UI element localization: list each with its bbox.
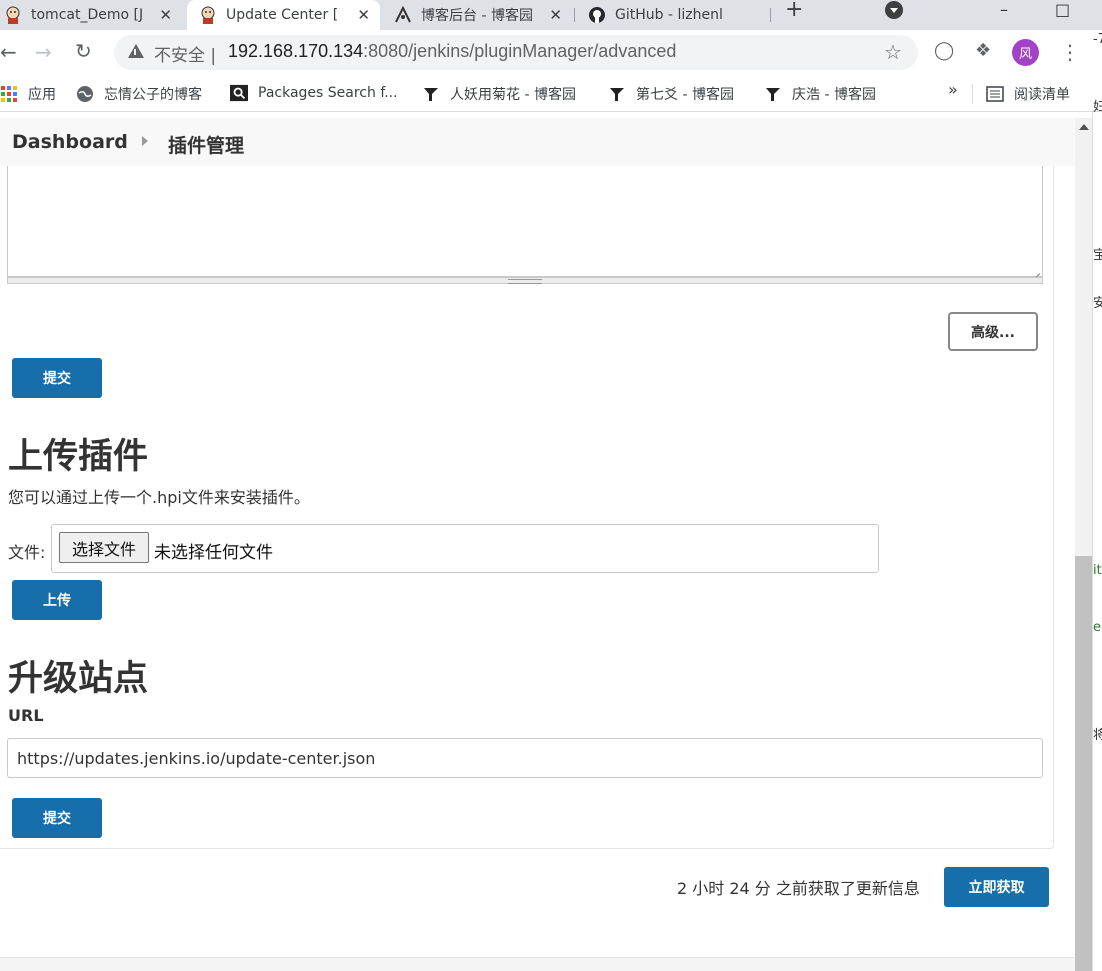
- close-icon[interactable]: ✕: [549, 6, 562, 24]
- edge-fragment: 安: [1093, 296, 1102, 311]
- url-host: 192.168.170.134: [228, 41, 364, 61]
- bookmark-item[interactable]: 庆浩 - 博客园: [764, 84, 876, 104]
- advanced-button[interactable]: 高级...: [948, 312, 1038, 351]
- puzzle-icon[interactable]: ❖: [975, 40, 991, 61]
- browser-tab-strip: tomcat_Demo [J ✕ Update Center [ ✕ 博客后台 …: [0, 0, 1102, 30]
- no-proxy-hosts-textarea[interactable]: [7, 166, 1043, 277]
- close-icon[interactable]: ✕: [159, 6, 172, 24]
- tab-label: 博客后台 - 博客园: [421, 8, 533, 24]
- bookmark-star-icon[interactable]: ☆: [884, 40, 902, 64]
- bookmark-label: Packages Search f...: [258, 85, 398, 101]
- bookmark-label: 应用: [28, 87, 56, 103]
- bookmark-item[interactable]: 第七爻 - 博客园: [608, 84, 734, 104]
- bookmark-item[interactable]: 忘情公子的博客: [76, 84, 202, 104]
- reload-icon[interactable]: ↻: [75, 39, 92, 63]
- cnblogs-icon: [422, 85, 440, 103]
- close-icon[interactable]: ✕: [357, 6, 370, 24]
- github-icon: [588, 6, 606, 24]
- update-site-heading: 升级站点: [8, 659, 149, 699]
- tab-search-icon[interactable]: [885, 1, 903, 19]
- cnblogs-icon: [608, 85, 626, 103]
- cnblogs-icon: [764, 85, 782, 103]
- forward-arrow-icon[interactable]: →: [35, 40, 52, 64]
- url-path: :8080/jenkins/pluginManager/advanced: [363, 41, 677, 61]
- bookmark-apps[interactable]: 应用: [0, 84, 56, 104]
- bookmark-item[interactable]: 人妖用菊花 - 博客园: [422, 84, 576, 104]
- bookmarks-separator: [972, 84, 973, 104]
- breadcrumb-plugin-manager[interactable]: 插件管理: [168, 131, 244, 158]
- reading-list[interactable]: 阅读清单: [986, 84, 1070, 104]
- extension-icon[interactable]: ◯: [934, 40, 954, 61]
- maximize-icon[interactable]: □: [1055, 0, 1070, 19]
- browser-tab-tomcat-demo[interactable]: tomcat_Demo [J ✕: [0, 0, 182, 30]
- proxy-submit-button[interactable]: 提交: [12, 358, 102, 398]
- jenkins-icon: [199, 6, 217, 24]
- address-url[interactable]: 192.168.170.134:8080/jenkins/pluginManag…: [228, 41, 676, 62]
- edge-fragment: it: [1093, 563, 1102, 578]
- edge-fragment: 将: [1093, 728, 1102, 743]
- tab-label: Update Center [: [226, 7, 339, 23]
- scroll-up-arrow-icon[interactable]: [1079, 124, 1089, 130]
- edge-fragment: 妇: [1093, 100, 1102, 115]
- tab-separator: [574, 8, 575, 22]
- reading-list-label: 阅读清单: [1014, 87, 1070, 103]
- chevron-right-icon[interactable]: [142, 136, 148, 146]
- scrollbar-thumb[interactable]: [1075, 556, 1092, 971]
- apps-icon: [0, 85, 18, 103]
- breadcrumb-dashboard[interactable]: Dashboard: [12, 131, 128, 153]
- bookmarks-overflow-button[interactable]: »: [948, 80, 958, 99]
- tab-label: GitHub - lizhenl: [615, 7, 723, 23]
- resize-grip-icon[interactable]: [1028, 262, 1040, 274]
- bookmark-label: 第七爻 - 博客园: [636, 87, 734, 103]
- update-site-url-input[interactable]: [7, 738, 1043, 778]
- warning-icon-mark: [134, 49, 136, 55]
- tab-label: tomcat_Demo [J: [31, 7, 144, 23]
- textarea-resize-handle[interactable]: [7, 277, 1043, 284]
- bookmark-label: 忘情公子的博客: [104, 87, 202, 103]
- minimize-icon[interactable]: –: [1000, 0, 1008, 19]
- last-update-status: 2 小时 24 分 之前获取了更新信息: [677, 879, 920, 898]
- edge-fragment: e: [1093, 620, 1101, 635]
- bookmark-label: 人妖用菊花 - 博客园: [450, 87, 576, 103]
- avatar[interactable]: 风: [1012, 39, 1039, 66]
- edge-fragment: 宝: [1093, 248, 1102, 263]
- choose-file-button[interactable]: 选择文件: [59, 532, 149, 563]
- insecure-label[interactable]: 不安全 |: [154, 41, 216, 66]
- upload-plugin-description: 您可以通过上传一个.hpi文件来安装插件。: [8, 488, 310, 507]
- new-tab-button[interactable]: +: [785, 0, 803, 21]
- bookmarks-bar: 应用 忘情公子的博客 Packages Search f... 人妖用菊花 - …: [0, 76, 1102, 112]
- upload-plugin-heading: 上传插件: [8, 437, 149, 477]
- cnblogs-icon: [394, 6, 412, 24]
- menu-kebab-icon[interactable]: ⋮: [1060, 40, 1080, 64]
- check-now-button[interactable]: 立即获取: [944, 867, 1049, 907]
- url-label: URL: [8, 706, 44, 725]
- bookmark-label: 庆浩 - 博客园: [792, 87, 876, 103]
- browser-tab-update-center[interactable]: Update Center [ ✕: [187, 0, 380, 30]
- tab-separator: [770, 8, 771, 22]
- warning-icon[interactable]: [128, 44, 144, 58]
- background-window-edge: [1092, 112, 1102, 971]
- edge-fragment: -7: [1093, 32, 1102, 47]
- update-site-submit-button[interactable]: 提交: [12, 798, 102, 838]
- browser-tab-github[interactable]: GitHub - lizhenl: [576, 0, 768, 30]
- no-file-chosen-text: 未选择任何文件: [154, 543, 273, 563]
- breadcrumb: Dashboard 插件管理: [0, 118, 1075, 166]
- upload-button[interactable]: 上传: [12, 580, 102, 620]
- back-arrow-icon[interactable]: ←: [0, 40, 17, 64]
- search-icon: [230, 84, 248, 102]
- file-label: 文件:: [8, 543, 46, 562]
- reading-list-icon: [986, 85, 1004, 103]
- browser-tab-cnblogs-admin[interactable]: 博客后台 - 博客园 ✕: [382, 0, 572, 30]
- jenkins-icon: [4, 6, 22, 24]
- globe-icon: [76, 85, 94, 103]
- page-footer: [0, 957, 1075, 971]
- bookmark-item[interactable]: Packages Search f...: [230, 84, 398, 102]
